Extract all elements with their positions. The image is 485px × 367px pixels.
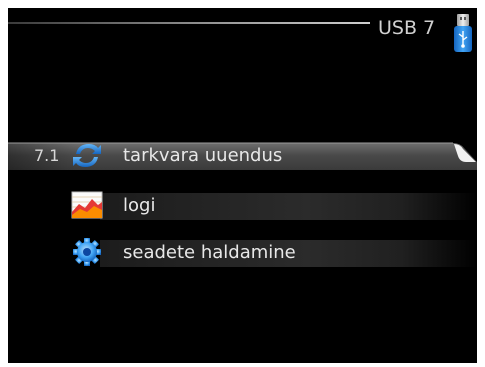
gear-icon xyxy=(73,238,101,266)
menu-item-bar xyxy=(100,193,477,220)
usb-drive-icon xyxy=(454,14,472,52)
menu-item-label: tarkvara uuendus xyxy=(123,145,283,166)
menu-item-label: logi xyxy=(123,195,156,216)
menu-item-logi[interactable]: logi xyxy=(8,190,477,220)
log-chart-icon xyxy=(71,191,103,219)
menu-item-number: 7.1 xyxy=(34,146,60,165)
header-divider xyxy=(8,22,370,24)
page-title: USB 7 xyxy=(378,17,436,39)
refresh-icon xyxy=(73,144,101,167)
menu-item-tarkvara-uuendus[interactable]: 7.1 tarkvara uuendus xyxy=(8,140,477,170)
menu-item-seadete-haldamine[interactable]: seadete haldamine xyxy=(8,237,477,267)
device-screen: USB 7 7.1 tarkvara uuendus logi seadete … xyxy=(8,8,477,363)
menu-item-label: seadete haldamine xyxy=(123,242,296,263)
